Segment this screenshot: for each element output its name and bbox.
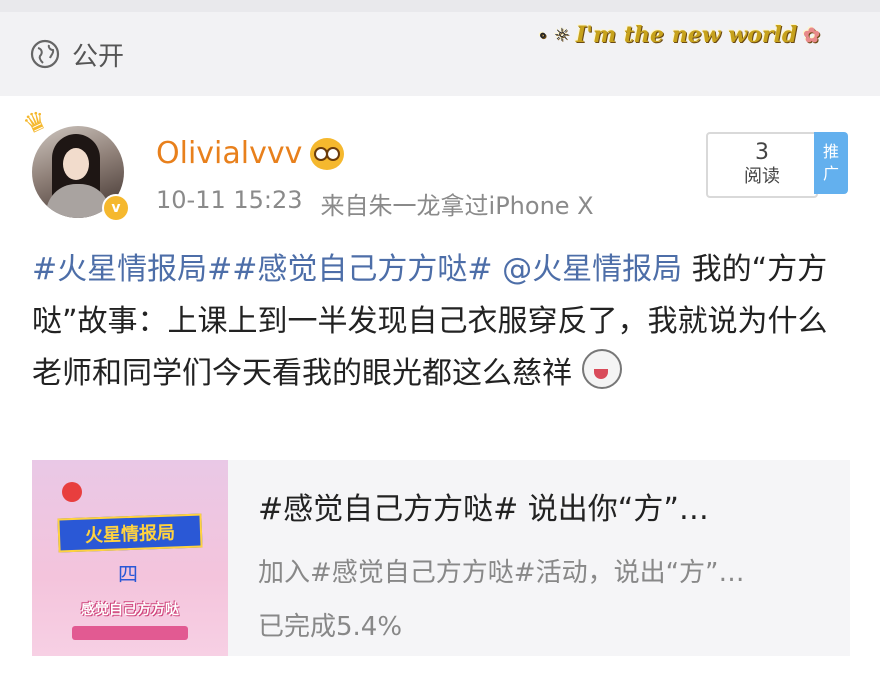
post-meta: 10-11 15:23 来自朱一龙拿过iPhone X xyxy=(156,186,594,221)
thumbnail-caption: 感觉自己方方哒 xyxy=(81,602,179,618)
thumbnail-banner: 火星情报局 xyxy=(57,513,203,553)
read-count-box[interactable]: 3 阅读 xyxy=(706,132,818,198)
verified-badge-icon: v xyxy=(102,194,130,222)
read-count: 3 xyxy=(755,140,769,165)
post-timestamp: 10-11 15:23 xyxy=(156,186,303,214)
thumbnail-number: 四 xyxy=(118,562,138,586)
hashtag-link[interactable]: #火星情报局# xyxy=(32,252,232,287)
username[interactable]: Olivialvvv xyxy=(156,136,302,171)
visibility-indicator[interactable]: 公开 xyxy=(30,36,124,72)
mention-link[interactable]: @火星情报局 xyxy=(502,252,682,287)
topic-description: 加入#感觉自己方方哒#活动，说出“方”… xyxy=(258,558,745,588)
hashtag-link[interactable]: #感觉自己方方哒# xyxy=(232,252,492,287)
top-strip xyxy=(0,0,880,12)
globe-icon xyxy=(30,39,60,69)
thumbnail-sub-banner xyxy=(72,626,188,640)
username-row: Olivialvvv xyxy=(156,136,345,171)
topic-thumbnail: 火星情报局 四 感觉自己方方哒 xyxy=(32,460,228,656)
bow-icon: ✿ xyxy=(803,23,820,47)
post-source[interactable]: 来自朱一龙拿过iPhone X xyxy=(321,186,594,221)
weibo-post-card: ♛ v Olivialvvv 10-11 15:23 来自朱一龙拿过iPhone… xyxy=(0,96,880,682)
read-label: 阅读 xyxy=(744,166,780,187)
member-emoji-icon xyxy=(310,137,345,170)
promote-button[interactable]: 推广 xyxy=(814,132,848,194)
topic-progress: 已完成5.4% xyxy=(258,612,403,642)
promote-label: 推广 xyxy=(822,142,839,183)
visibility-label: 公开 xyxy=(72,41,125,72)
decorative-sticker: ∘ ☼ I'm the new world ✿ xyxy=(538,18,820,52)
avatar[interactable]: ♛ v xyxy=(19,104,130,222)
rocket-icon xyxy=(62,482,82,502)
topic-card[interactable]: 火星情报局 四 感觉自己方方哒 #感觉自己方方哒# 说出你“方”… 加入#感觉自… xyxy=(32,460,850,656)
topic-title: #感觉自己方方哒# 说出你“方”… xyxy=(258,492,709,527)
sun-icon: ∘ ☼ xyxy=(538,24,570,46)
dog-emoji-icon xyxy=(581,349,622,389)
sticker-text: I'm the new world xyxy=(575,22,798,48)
post-text: #火星情报局##感觉自己方方哒# @火星情报局 我的“方方哒”故事：上课上到一半… xyxy=(32,244,850,400)
